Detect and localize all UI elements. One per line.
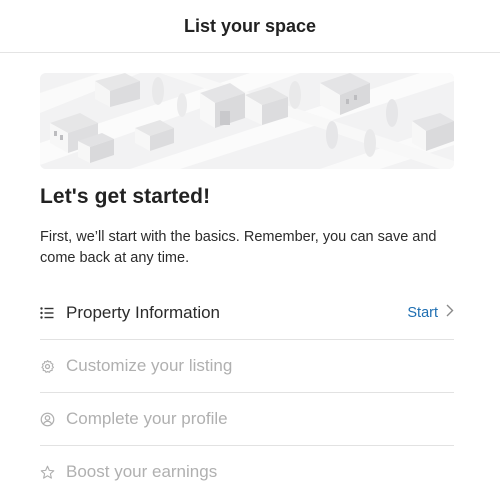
start-action[interactable]: Start <box>407 304 454 322</box>
section-heading: Let's get started! <box>40 185 211 208</box>
top-bar: List your space <box>0 0 500 53</box>
step-label: Complete your profile <box>66 409 228 428</box>
step-boost-earnings: Boost your earnings <box>40 446 454 498</box>
user-circle-icon <box>40 409 60 429</box>
gear-icon <box>40 356 60 376</box>
intro-text: First, we’ll start with the basics. Reme… <box>40 229 437 266</box>
step-label: Customize your listing <box>66 356 233 375</box>
page-title: List your space <box>183 15 317 36</box>
list-icon <box>40 303 60 323</box>
hero-illustration <box>40 73 454 169</box>
step-customize-listing: Customize your listing <box>40 340 454 393</box>
star-icon <box>40 462 60 482</box>
step-property-information[interactable]: Property Information Start <box>40 287 454 340</box>
start-link[interactable]: Start <box>407 305 438 321</box>
steps-list: Property Information Start Customize you… <box>40 287 454 498</box>
step-complete-profile: Complete your profile <box>40 393 454 446</box>
step-label: Boost your earnings <box>66 462 218 481</box>
main-content: Let's get started! First, we’ll start wi… <box>0 73 500 498</box>
step-label: Property Information <box>66 303 221 322</box>
chevron-right-icon <box>446 304 454 322</box>
